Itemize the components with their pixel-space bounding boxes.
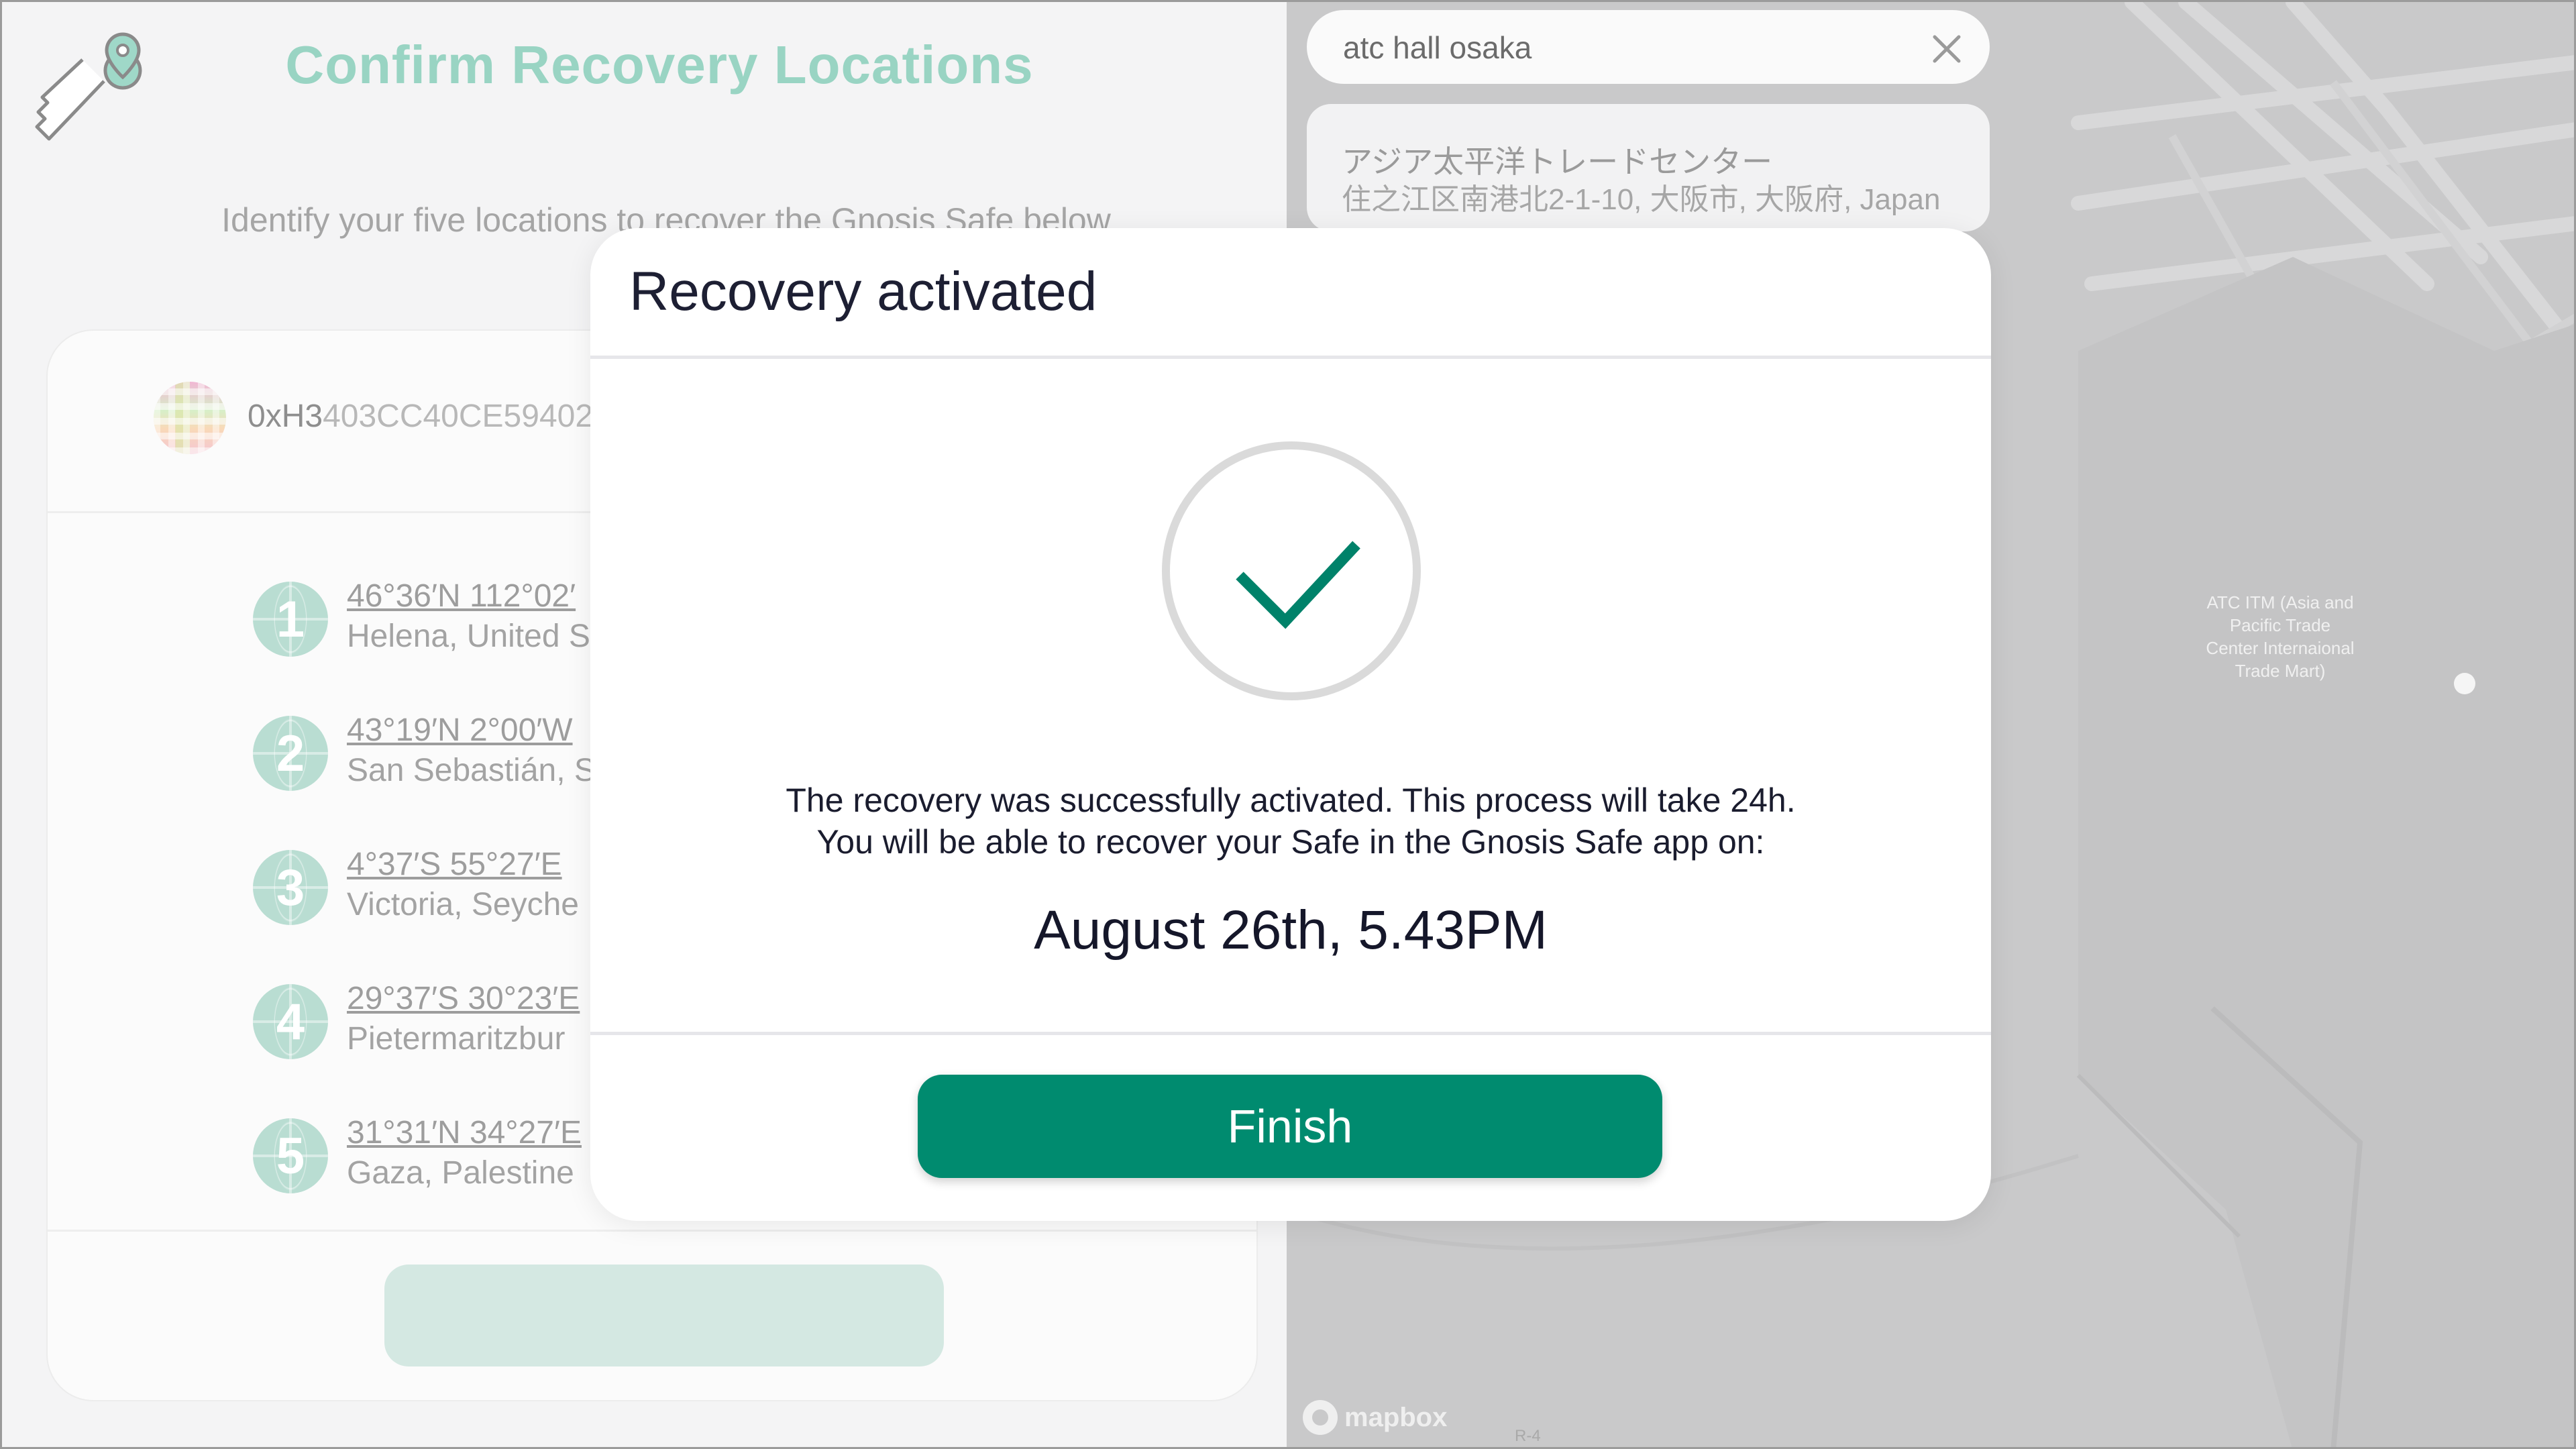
key-location-icon <box>35 32 142 141</box>
location-number-globe-icon: 2 <box>253 716 328 791</box>
location-city: Gaza, Palestine <box>347 1155 574 1191</box>
location-coords[interactable]: 29°37′S 30°23′E <box>347 980 580 1017</box>
finish-button[interactable]: Finish <box>918 1075 1662 1178</box>
safe-address-prefix: 0xH3 <box>248 398 323 434</box>
location-number-globe-icon: 4 <box>253 984 328 1059</box>
checkmark-icon <box>1236 541 1360 629</box>
recovery-activated-dialog: Recovery activated The recovery was succ… <box>590 228 1991 1221</box>
dialog-message-line-1: The recovery was successfully activated.… <box>786 782 1796 819</box>
search-result-item[interactable]: アジア太平洋トレードセンター 住之江区南港北2-1-10, 大阪市, 大阪府, … <box>1307 104 1990 231</box>
dialog-message: The recovery was successfully activated.… <box>590 780 1991 863</box>
map-search-box[interactable] <box>1307 10 1990 84</box>
safe-address: 0xH3403CC40CE59402 <box>248 398 593 435</box>
location-coords[interactable]: 46°36′N 112°02′ <box>347 578 576 614</box>
location-number-globe-icon: 1 <box>253 582 328 657</box>
location-coords[interactable]: 4°37′S 55°27′E <box>347 846 562 883</box>
mapbox-attribution[interactable]: mapbox <box>1303 1400 1447 1435</box>
location-number-globe-icon: 3 <box>253 850 328 925</box>
location-number-globe-icon: 5 <box>253 1118 328 1193</box>
divider <box>590 356 1991 359</box>
map-search-input[interactable] <box>1343 29 1920 66</box>
safe-avatar <box>154 382 226 454</box>
close-icon[interactable] <box>1928 30 1966 68</box>
safe-address-rest: 403CC40CE59402 <box>323 398 594 434</box>
page-title: Confirm Recovery Locations <box>285 35 1034 95</box>
location-city: San Sebastián, S <box>347 753 596 788</box>
dialog-message-line-2: You will be able to recover your Safe in… <box>816 823 1765 861</box>
result-address: 住之江区南港北2-1-10, 大阪市, 大阪府, Japan <box>1342 183 1941 216</box>
mapbox-logo-text: mapbox <box>1344 1402 1448 1432</box>
dialog-title: Recovery activated <box>629 261 1097 322</box>
map-poi-label: ATC ITM (Asia and Pacific Trade Center I… <box>2206 592 2355 681</box>
location-city: Pietermaritzbur <box>347 1021 566 1057</box>
confirm-button[interactable] <box>384 1265 944 1366</box>
mapbox-logo-icon <box>1303 1400 1338 1435</box>
map-road-label: R-4 <box>1515 1427 1541 1445</box>
location-coords[interactable]: 31°31′N 34°27′E <box>347 1114 582 1151</box>
divider <box>590 1032 1991 1035</box>
location-city: Helena, United S <box>347 619 590 654</box>
success-indicator <box>1162 441 1421 700</box>
map-poi-marker[interactable] <box>2454 673 2475 694</box>
location-coords[interactable]: 43°19′N 2°00′W <box>347 712 573 749</box>
recovery-date: August 26th, 5.43PM <box>1034 900 1548 961</box>
location-city: Victoria, Seyche <box>347 887 579 922</box>
divider <box>48 1230 1256 1232</box>
